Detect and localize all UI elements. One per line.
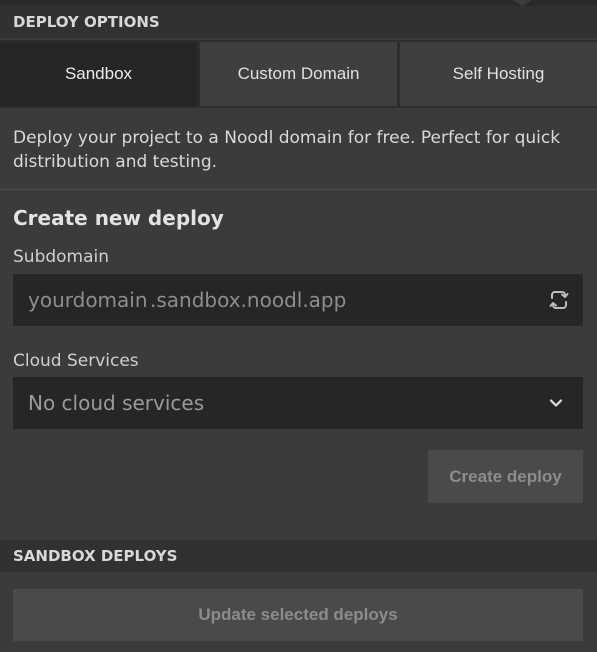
subdomain-suffix: .sandbox.noodl.app	[150, 288, 347, 312]
cloud-services-label: Cloud Services	[13, 351, 139, 371]
tab-custom-domain[interactable]: Custom Domain	[200, 40, 397, 108]
chevron-down-icon	[549, 399, 563, 407]
section-divider	[0, 189, 597, 190]
sandbox-description: Deploy your project to a Noodl domain fo…	[13, 128, 561, 172]
tab-self-hosting[interactable]: Self Hosting	[400, 40, 597, 108]
refresh-icon[interactable]	[547, 288, 571, 312]
deploy-panel: DEPLOY OPTIONS Sandbox Custom Domain Sel…	[0, 0, 597, 652]
subdomain-input[interactable]	[28, 288, 150, 312]
sandbox-deploys-header: SANDBOX DEPLOYS	[0, 540, 597, 572]
cloud-services-selected-value: No cloud services	[28, 391, 205, 415]
subdomain-field[interactable]: .sandbox.noodl.app	[13, 274, 583, 326]
deploy-options-tabs: Sandbox Custom Domain Self Hosting	[0, 40, 597, 108]
update-selected-deploys-button[interactable]: Update selected deploys	[13, 589, 583, 641]
subdomain-label: Subdomain	[13, 247, 110, 267]
create-deploy-title: Create new deploy	[13, 206, 224, 230]
tab-sandbox[interactable]: Sandbox	[0, 40, 197, 108]
deploy-options-header: DEPLOY OPTIONS	[0, 6, 597, 38]
create-deploy-button[interactable]: Create deploy	[428, 450, 583, 503]
cloud-services-select[interactable]: No cloud services	[13, 377, 583, 429]
